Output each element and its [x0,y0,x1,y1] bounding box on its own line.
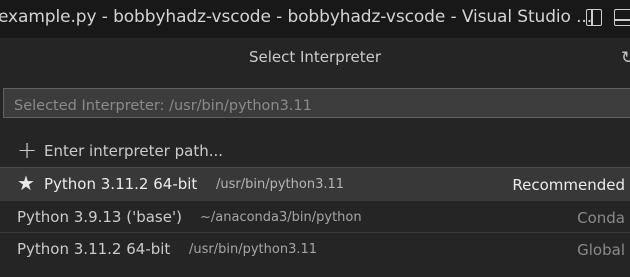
plus-icon: + [17,136,38,164]
list-item-global[interactable]: Python 3.11.2 64-bit /usr/bin/python3.11… [0,232,630,265]
window-title: example.py - bobbyhadz-vscode - bobbyhad… [0,7,593,27]
star-icon: ★ [17,171,35,195]
list-item-conda[interactable]: Python 3.9.13 ('base') ~/anaconda3/bin/p… [0,200,630,233]
list-item-enter-path[interactable]: + Enter interpreter path... [0,135,630,167]
list-item-label: Python 3.11.2 64-bit [44,175,198,193]
list-item-recommended[interactable]: ★ Python 3.11.2 64-bit /usr/bin/python3.… [0,167,630,200]
list-item-path: /usr/bin/python3.11 [216,177,345,192]
window-titlebar: example.py - bobbyhadz-vscode - bobbyhad… [0,0,630,38]
list-item-path: ~/anaconda3/bin/python [200,210,362,225]
toggle-sidebar-icon[interactable] [586,9,602,26]
quick-pick-header: Select Interpreter ↻ [0,38,630,78]
refresh-icon[interactable]: ↻ [621,48,630,68]
list-item-tag: Recommended [512,176,625,194]
toggle-panel-icon[interactable] [614,9,630,26]
quick-pick-title: Select Interpreter [248,48,382,66]
interpreter-search-input[interactable] [3,88,630,118]
list-item-label: Python 3.11.2 64-bit [17,240,171,258]
list-item-label: Enter interpreter path... [44,142,224,160]
quick-pick: Select Interpreter ↻ + Enter interpreter… [0,38,630,277]
list-item-tag: Conda [577,209,625,227]
list-item-label: Python 3.9.13 ('base') [17,208,182,226]
list-item-tag: Global [577,241,625,259]
list-item-path: /usr/bin/python3.11 [189,242,318,257]
